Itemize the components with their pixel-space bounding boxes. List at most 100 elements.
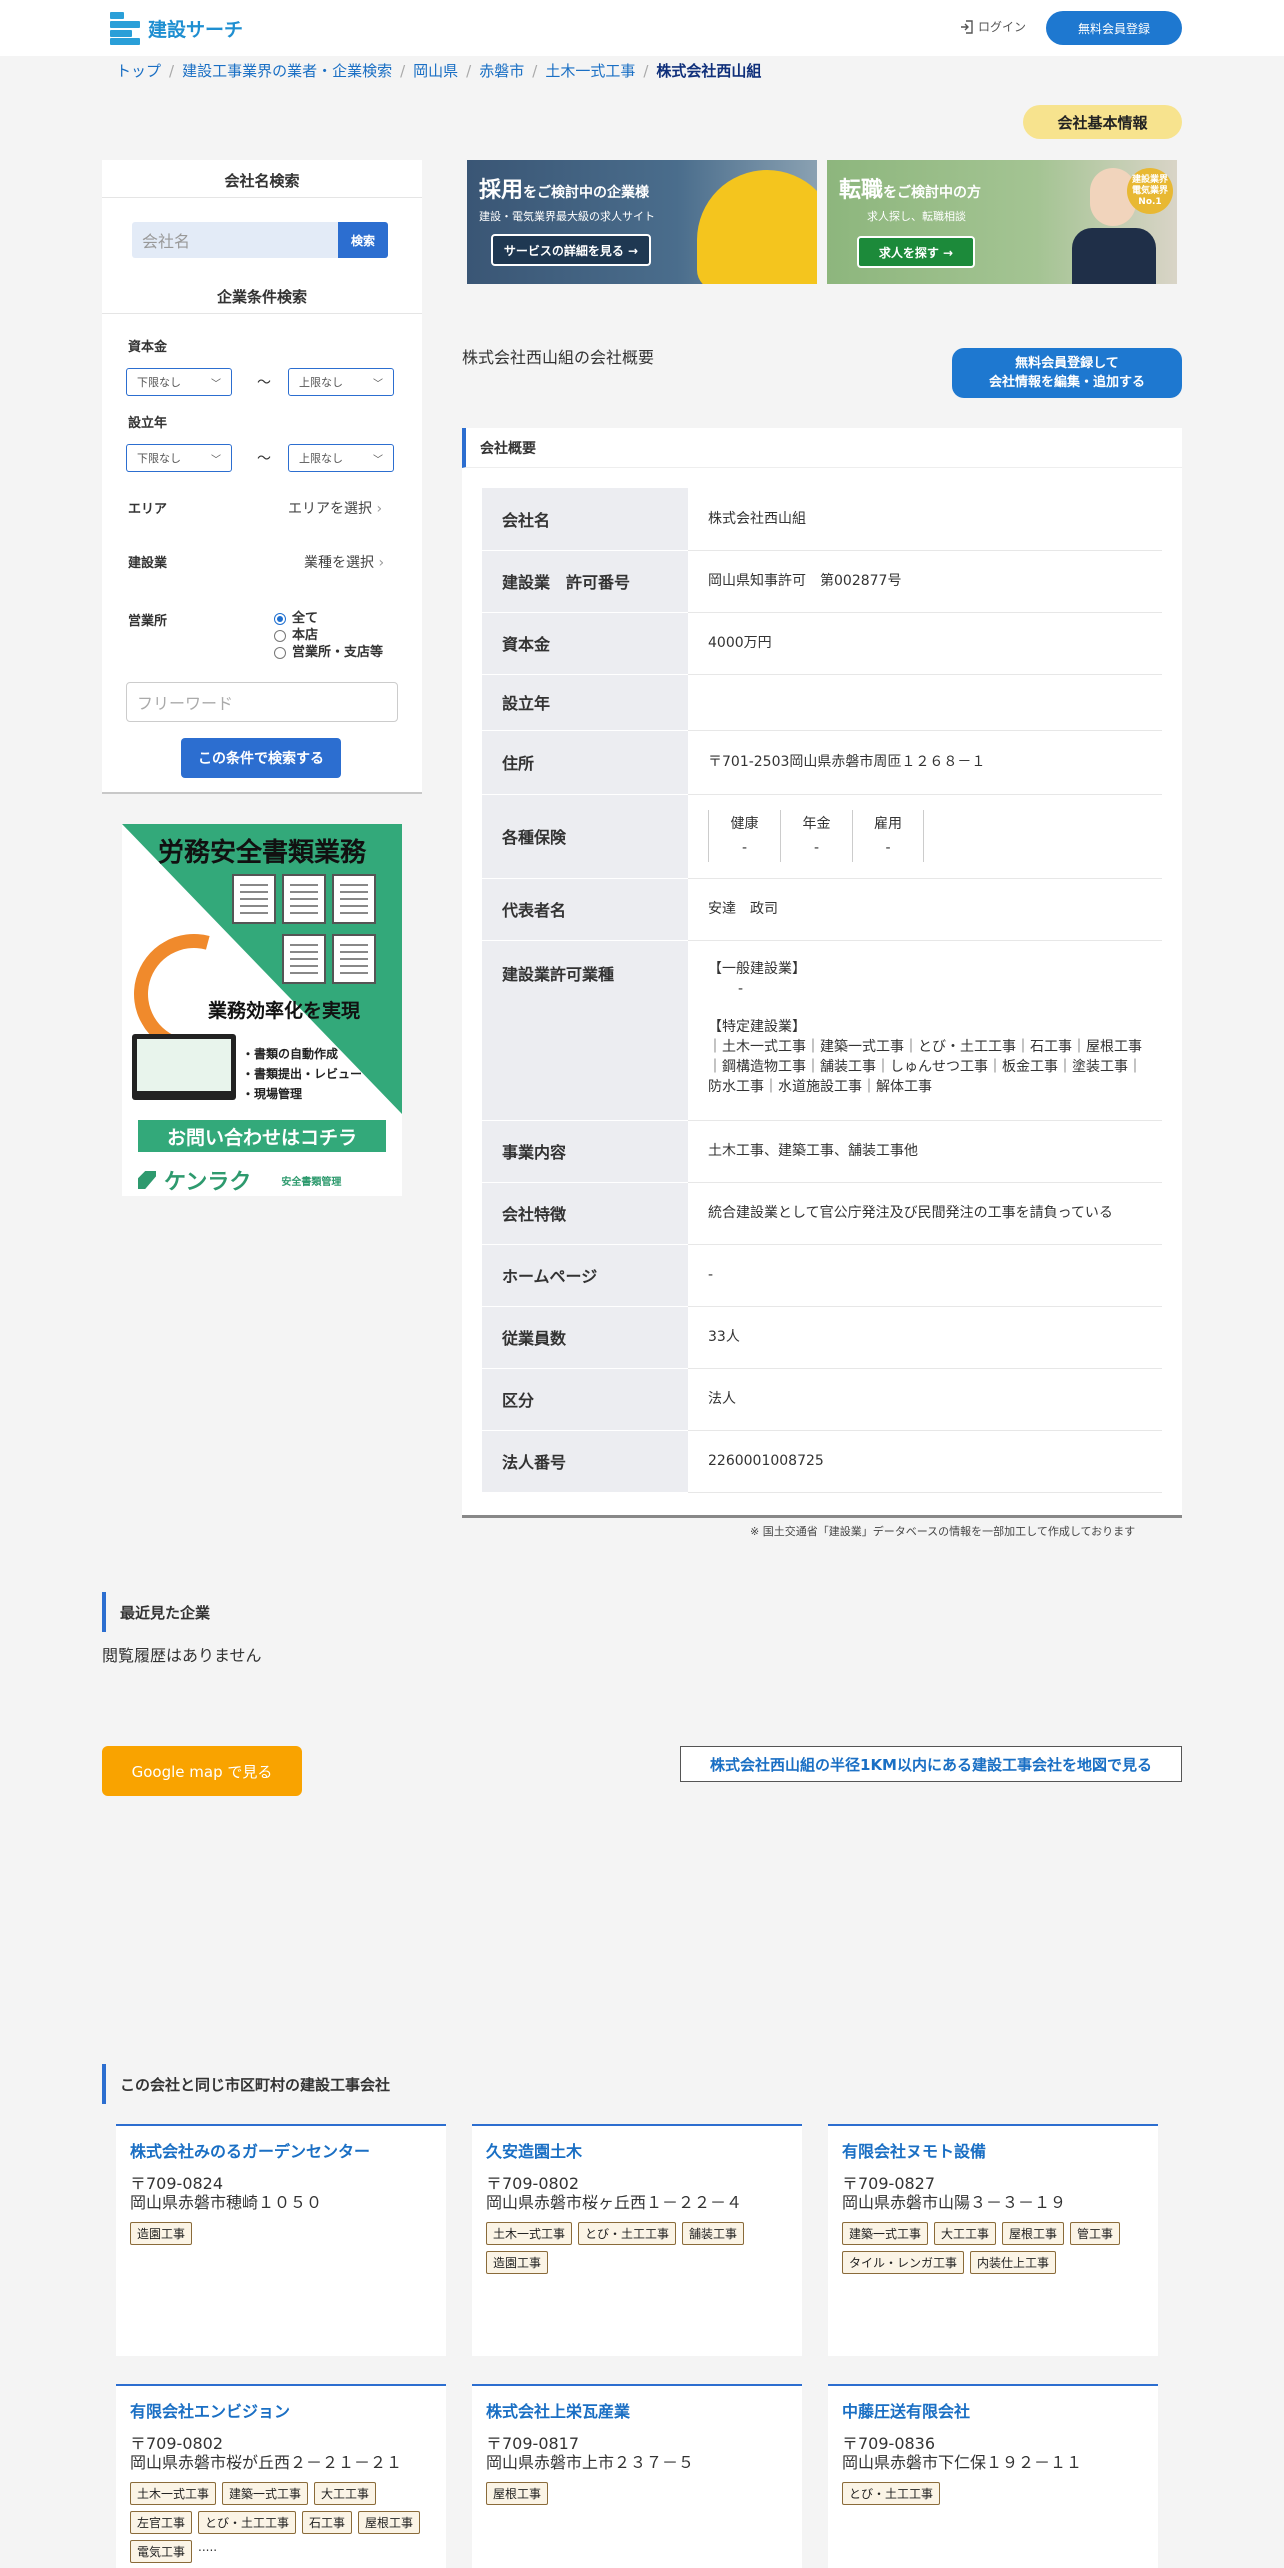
company-card-name[interactable]: 株式会社みのるガーデンセンター	[130, 2138, 432, 2162]
kenraku-ad-banner[interactable]: 労務安全書類業務 業務効率化を実現 ・書類の自動作成 ・書類提出・レビュー ・現…	[122, 824, 402, 1196]
radio-icon	[274, 646, 286, 659]
insurance-item: 雇用 -	[852, 810, 924, 862]
industry-tag: 大工工事	[314, 2482, 377, 2505]
company-card[interactable]: 有限会社ヌモト設備 〒709-0827 岡山県赤磐市山陽３－３－１９ 建築一式工…	[828, 2124, 1158, 2356]
name-search-button[interactable]: 検索	[338, 222, 388, 258]
recruit-banner[interactable]: 採用をご検討中の企業様 建設・電気業界最大級の求人サイト サービスの詳細を見る …	[467, 160, 817, 284]
office-radio-head[interactable]: 本店	[274, 627, 383, 644]
insurance-cell: 健康 - 年金 - 雇用 -	[688, 794, 1162, 879]
chevron-down-icon: ﹀	[211, 455, 221, 466]
company-card-name[interactable]: 有限会社エンビジョン	[130, 2398, 432, 2422]
row-label: 設立年	[482, 674, 688, 731]
company-card-name[interactable]: 有限会社ヌモト設備	[842, 2138, 1144, 2162]
document-icon	[232, 874, 276, 924]
company-card-zip: 〒709-0817	[486, 2434, 580, 2453]
breadcrumb-top[interactable]: トップ	[116, 60, 161, 81]
document-icon	[282, 934, 326, 984]
company-name-input[interactable]: 会社名	[132, 222, 338, 258]
condition-search-button[interactable]: この条件で検索する	[181, 738, 341, 778]
radio-checked-icon	[274, 612, 286, 625]
row-label: 会社名	[482, 488, 688, 551]
company-card-name[interactable]: 中藤圧送有限会社	[842, 2398, 1144, 2422]
ad-contact-button[interactable]: お問い合わせはコチラ	[138, 1120, 386, 1152]
insurance-value: -	[813, 840, 820, 856]
insurance-value: -	[885, 840, 891, 856]
google-map-button[interactable]: Google map で見る	[102, 1746, 302, 1796]
row-value: 統合建設業として官公庁発注及び民間発注の工事を請負っている	[688, 1182, 1162, 1245]
office-label: 営業所	[128, 614, 168, 629]
company-card[interactable]: 有限会社エンビジョン 〒709-0802 岡山県赤磐市桜が丘西２－２１－２１ 土…	[116, 2384, 446, 2568]
row-label: 建設業 許可番号	[482, 550, 688, 613]
ad-bullet: ・現場管理	[242, 1087, 303, 1101]
ad-title: 労務安全書類業務	[157, 838, 366, 868]
founded-lower-select[interactable]: 下限なし ﹀	[126, 444, 232, 472]
company-card[interactable]: 中藤圧送有限会社 〒709-0836 岡山県赤磐市下仁保１９２－１１ とび・土工…	[828, 2384, 1158, 2568]
radius-map-link[interactable]: 株式会社西山組の半径1KM以内にある建設工事会社を地図で見る	[680, 1746, 1182, 1782]
table-row: 区分 法人	[482, 1368, 1162, 1431]
capital-upper-select[interactable]: 上限なし ﹀	[288, 368, 394, 396]
breadcrumb-industry[interactable]: 土木一式工事	[545, 60, 635, 81]
overview-title: 株式会社西山組の会社概要	[462, 348, 655, 367]
license-special-head: 【特定建設業】	[708, 1018, 806, 1035]
table-row: 各種保険 健康 - 年金 - 雇用 -	[482, 794, 1162, 879]
ad-brand-sub: 安全書類管理	[281, 1176, 342, 1188]
ad-efficiency: 業務効率化を実現	[208, 1000, 361, 1022]
company-card-name[interactable]: 久安造園土木	[486, 2138, 788, 2162]
range-tilde: 〜	[257, 375, 271, 391]
industry-tag: 建築一式工事	[842, 2222, 929, 2245]
edit-btn-line2: 会社情報を編集・追加する	[988, 375, 1145, 390]
register-button[interactable]: 無料会員登録	[1046, 11, 1182, 45]
insurance-name: 雇用	[874, 816, 902, 832]
site-logo[interactable]: 建設サーチ	[110, 12, 243, 45]
founded-upper-select[interactable]: 上限なし ﹀	[288, 444, 394, 472]
row-value: -	[688, 1244, 1162, 1307]
company-card[interactable]: 株式会社上栄瓦産業 〒709-0817 岡山県赤磐市上市２３７－５ 屋根工事	[472, 2384, 802, 2568]
capital-label: 資本金	[128, 340, 168, 355]
table-row: 法人番号 2260001008725	[482, 1430, 1162, 1493]
company-card[interactable]: 株式会社みのるガーデンセンター 〒709-0824 岡山県赤磐市穂崎１０５０ 造…	[116, 2124, 446, 2356]
company-card-zip: 〒709-0802	[486, 2174, 580, 2193]
industry-tag: 左官工事	[130, 2511, 193, 2534]
office-radio-branch[interactable]: 営業所・支店等	[274, 644, 383, 661]
banner-title-big: 転職	[839, 178, 884, 203]
insurance-name: 健康	[730, 816, 759, 832]
career-banner-sub: 求人探し、転職相談	[867, 210, 966, 223]
row-value: 岡山県知事許可 第002877号	[688, 550, 1162, 613]
breadcrumb-prefecture[interactable]: 岡山県	[413, 60, 458, 81]
row-value: 2260001008725	[688, 1430, 1162, 1493]
row-value: 〒701-2503岡山県赤磐市周匝１２６８－１	[688, 730, 1162, 795]
career-banner[interactable]: 建設業界 電気業界 No.1 転職をご検討中の方 求人探し、転職相談 求人を探す…	[827, 160, 1177, 284]
insurance-item: 健康 -	[708, 810, 780, 862]
condition-search-title: 企業条件検索	[102, 276, 422, 314]
industry-tag: タイル・レンガ工事	[842, 2251, 965, 2274]
license-general-value: -	[738, 980, 744, 997]
edit-company-button[interactable]: 無料会員登録して 会社情報を編集・追加する	[952, 348, 1182, 398]
row-value: 法人	[688, 1368, 1162, 1431]
table-row: 事業内容 土木工事、建築工事、舗装工事他	[482, 1120, 1162, 1183]
insurance-value: -	[741, 840, 748, 856]
office-radio-all[interactable]: 全て	[274, 610, 383, 627]
recruit-detail-button[interactable]: サービスの詳細を見る →	[491, 234, 651, 266]
login-icon	[961, 19, 973, 34]
freeword-input[interactable]: フリーワード	[126, 682, 398, 722]
row-label: 各種保険	[482, 794, 688, 879]
document-icon	[282, 874, 326, 924]
breadcrumb-city[interactable]: 赤磐市	[479, 60, 524, 81]
job-search-button[interactable]: 求人を探す →	[857, 236, 975, 268]
company-card[interactable]: 久安造園土木 〒709-0802 岡山県赤磐市桜ヶ丘西１－２２－４ 土木一式工事…	[472, 2124, 802, 2356]
breadcrumb-search[interactable]: 建設工事業界の業者・企業検索	[182, 60, 392, 81]
area-select-link[interactable]: エリアを選択 ›	[288, 498, 382, 518]
capital-lower-select[interactable]: 下限なし ﹀	[126, 368, 232, 396]
row-value: 33人	[688, 1306, 1162, 1369]
row-label: 区分	[482, 1368, 688, 1431]
company-card-zip: 〒709-0836	[842, 2434, 936, 2453]
office-option-label: 全て	[292, 611, 319, 626]
row-label: 資本金	[482, 612, 688, 675]
row-label: 従業員数	[482, 1306, 688, 1369]
insurance-list: 健康 - 年金 - 雇用 -	[708, 810, 1162, 862]
radio-icon	[274, 629, 286, 642]
login-link[interactable]: ログイン	[960, 18, 1026, 35]
company-card-name[interactable]: 株式会社上栄瓦産業	[486, 2398, 788, 2422]
industry-select-link[interactable]: 業種を選択 ›	[304, 552, 384, 572]
table-row: 会社名 株式会社西山組	[482, 488, 1162, 551]
